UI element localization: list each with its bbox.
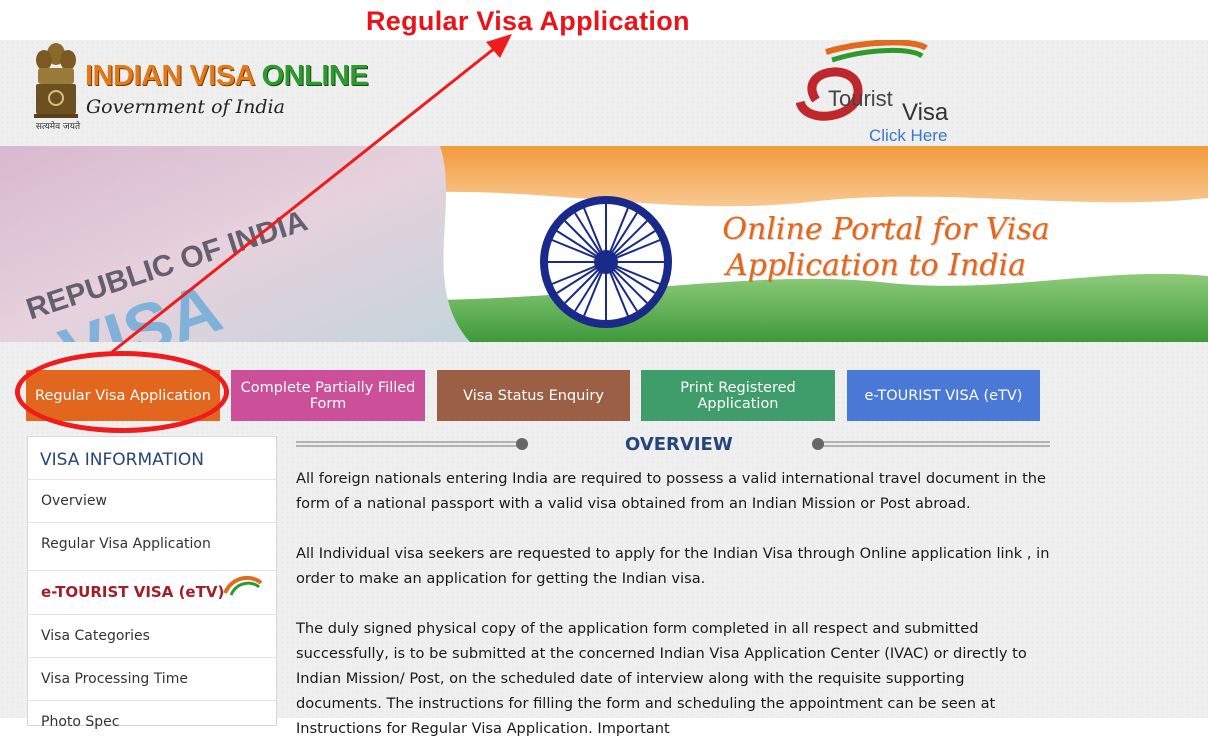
sidebar-title: VISA INFORMATION	[40, 450, 204, 470]
site-logo-title[interactable]: INDIAN VISA ONLINE	[85, 60, 369, 93]
nav-complete-partially-filled-form-button[interactable]: Complete Partially Filled Form	[231, 370, 425, 421]
nav-print-registered-application-button[interactable]: Print Registered Application	[641, 370, 835, 421]
etourist-word1: Tourist	[828, 86, 893, 111]
etourist-click-link[interactable]: Click Here	[869, 126, 947, 146]
etourist-word2: Visa	[902, 99, 949, 126]
sidebar-item-visa-categories[interactable]: Visa Categories	[28, 614, 276, 657]
site-logo-subtitle: Government of India	[86, 96, 285, 118]
site-header	[0, 40, 1208, 146]
visa-information-sidebar: VISA INFORMATION Overview Regular Visa A…	[27, 436, 277, 730]
overview-paragraph-2: All Individual visa seekers are requeste…	[296, 545, 1050, 587]
emblem-motto: सत्यमेव जयते	[35, 122, 81, 132]
sidebar-item-etourist-visa[interactable]: e-TOURIST VISA (eTV)	[28, 570, 276, 613]
banner-headline-line2: Application to India	[725, 248, 1027, 283]
highlight-ellipse-annotation	[15, 351, 229, 433]
logo-part-online: ONLINE	[261, 60, 369, 92]
banner-headline-line1: Online Portal for Visa	[722, 212, 1050, 247]
nav-etourist-visa-button[interactable]: e-TOURIST VISA (eTV)	[847, 370, 1040, 421]
annotation-title: Regular Visa Application	[366, 6, 690, 36]
nav-visa-status-enquiry-button[interactable]: Visa Status Enquiry	[437, 370, 630, 421]
sidebar-item-overview[interactable]: Overview	[28, 479, 276, 522]
sidebar-item-etourist-visa-label: e-TOURIST VISA (eTV)	[41, 583, 225, 601]
sidebar-item-visa-processing-time[interactable]: Visa Processing Time	[28, 657, 276, 700]
etourist-visa-logo[interactable]: Tourist Visa	[796, 40, 976, 140]
logo-part-indian-visa: INDIAN VISA	[85, 60, 262, 92]
overview-title: OVERVIEW	[625, 434, 733, 455]
overview-paragraph-3: The duly signed physical copy of the app…	[296, 620, 1027, 737]
etourist-swirl-icon	[223, 575, 263, 596]
sidebar-item-regular-visa-application[interactable]: Regular Visa Application	[28, 522, 276, 565]
overview-paragraph-1: All foreign nationals entering India are…	[296, 470, 1047, 512]
visa-stamp-image: REPUBLIC OF INDIA VISA	[0, 146, 470, 342]
sidebar-item-photo-spec[interactable]: Photo Spec	[28, 700, 276, 743]
